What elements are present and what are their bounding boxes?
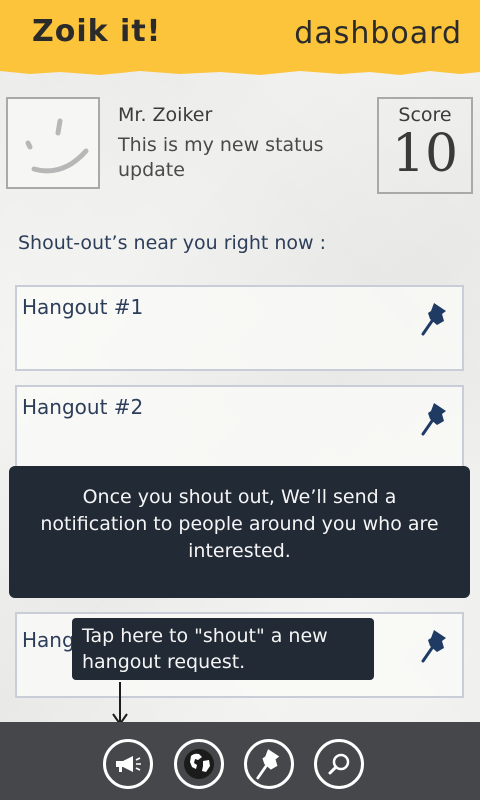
megaphone-icon [116,756,141,772]
page-title: dashboard [294,16,462,51]
globe-icon [184,749,214,779]
pin-icon[interactable] [420,628,450,664]
section-heading: Shout-out’s near you right now : [18,232,327,254]
pin-icon [256,749,280,780]
header-torn-edge [0,68,480,75]
score-label: Score [398,104,452,126]
search-icon [328,753,350,775]
hangout-title: Hangout #2 [22,395,144,419]
globe-button[interactable] [174,739,224,789]
pin-icon[interactable] [420,401,450,437]
pin-nav-button[interactable] [244,739,294,789]
score-value: 10 [391,124,459,184]
pin-icon[interactable] [420,301,450,337]
search-button[interactable] [314,739,364,789]
user-name: Mr. Zoiker [118,104,213,126]
hangout-card[interactable]: Hangout #1 [15,285,464,371]
smiley-icon [25,118,89,174]
avatar[interactable] [6,97,100,189]
tip-overlay[interactable]: Once you shout out, We’ll send a notific… [9,466,470,598]
shout-hint-tooltip: Tap here to "shout" a new hangout reques… [72,618,374,680]
shout-button[interactable] [103,739,153,789]
hangout-title: Hangout #1 [22,295,144,319]
hangout-title: Hang [22,628,75,652]
score-box: Score 10 [377,97,473,194]
app-header: Zoik it! dashboard [0,0,480,70]
hangout-card[interactable]: Hangout #2 [15,385,464,471]
bottom-app-bar [0,722,480,800]
app-title: Zoik it! [32,14,162,49]
status-text[interactable]: This is my new status update [118,133,368,183]
